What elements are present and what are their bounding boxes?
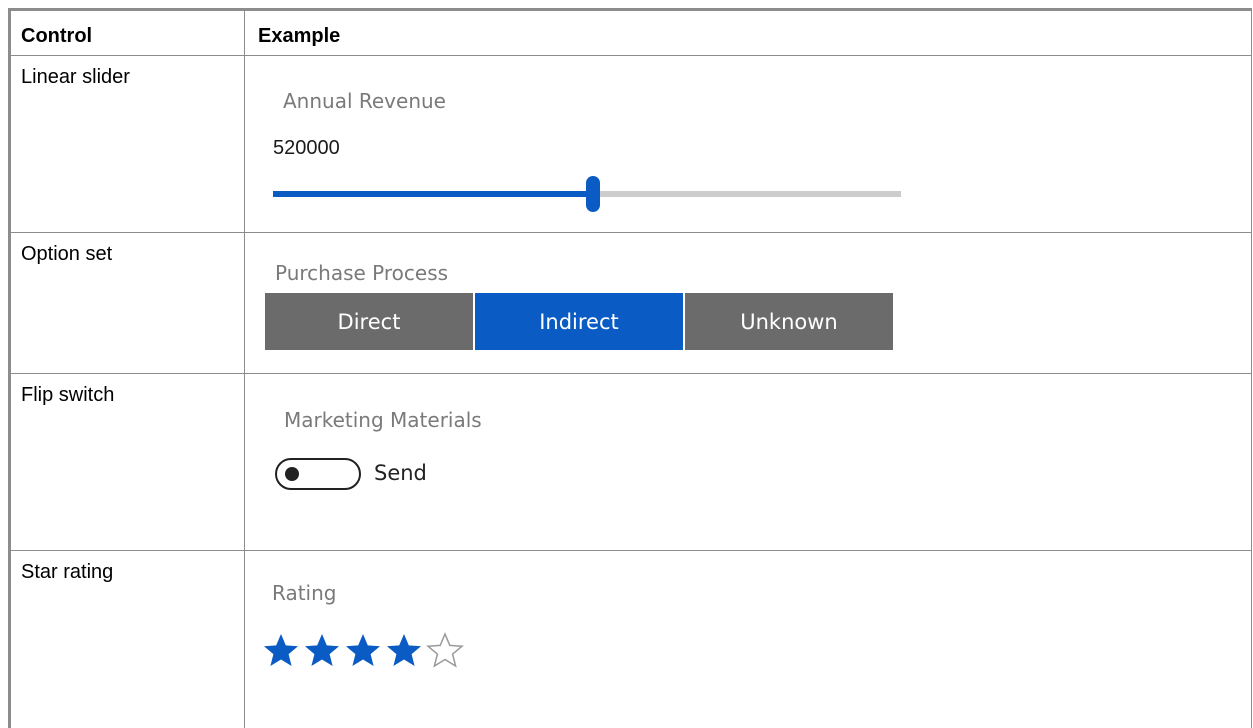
option-direct[interactable]: Direct bbox=[265, 293, 473, 350]
slider-thumb[interactable] bbox=[586, 176, 601, 212]
option-unknown[interactable]: Unknown bbox=[685, 293, 893, 350]
star-rating bbox=[262, 632, 467, 670]
purchase-process-label: Purchase Process bbox=[275, 261, 449, 285]
marketing-materials-label: Marketing Materials bbox=[284, 408, 482, 432]
slider-value: 520000 bbox=[273, 137, 340, 159]
row-label-flip-switch: Flip switch bbox=[21, 384, 115, 406]
star-outline-icon[interactable] bbox=[426, 632, 464, 670]
star-filled-icon[interactable] bbox=[303, 632, 341, 670]
row-divider bbox=[11, 55, 1251, 56]
send-toggle-switch[interactable] bbox=[275, 458, 361, 490]
header-control: Control bbox=[21, 25, 93, 47]
row-label-star-rating: Star rating bbox=[21, 561, 114, 583]
toggle-knob bbox=[285, 467, 299, 481]
star-filled-icon[interactable] bbox=[262, 632, 300, 670]
option-indirect[interactable]: Indirect bbox=[475, 293, 683, 350]
column-divider bbox=[244, 11, 245, 728]
annual-revenue-label: Annual Revenue bbox=[283, 89, 446, 113]
toggle-label: Send bbox=[374, 461, 427, 485]
row-divider bbox=[11, 550, 1251, 551]
star-filled-icon[interactable] bbox=[385, 632, 423, 670]
row-label-linear-slider: Linear slider bbox=[21, 66, 130, 88]
row-divider bbox=[11, 232, 1251, 233]
slider-fill bbox=[273, 191, 594, 197]
row-divider bbox=[11, 373, 1251, 374]
header-example: Example bbox=[258, 25, 341, 47]
row-label-option-set: Option set bbox=[21, 243, 113, 265]
purchase-process-option-set: Direct Indirect Unknown bbox=[265, 293, 893, 350]
controls-table: Control Example Linear slider Option set… bbox=[8, 8, 1252, 728]
star-filled-icon[interactable] bbox=[344, 632, 382, 670]
annual-revenue-slider[interactable] bbox=[273, 176, 901, 212]
rating-label: Rating bbox=[272, 581, 337, 605]
